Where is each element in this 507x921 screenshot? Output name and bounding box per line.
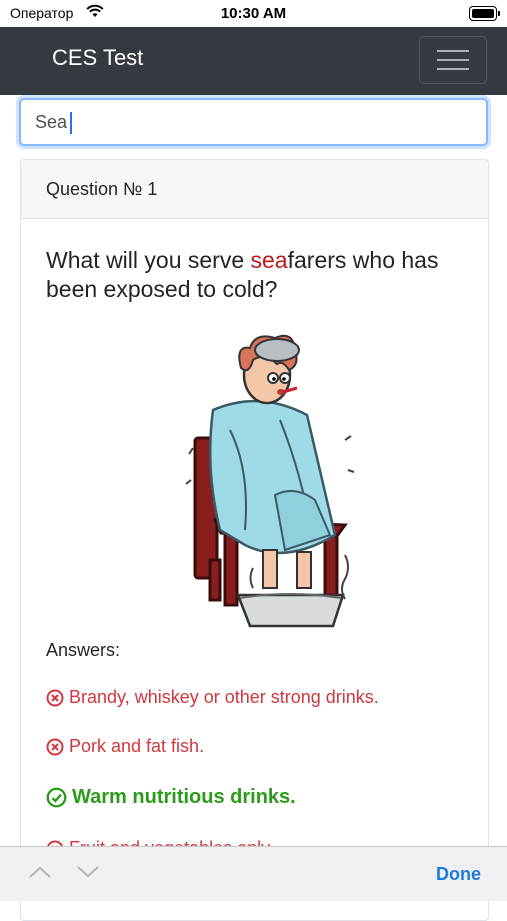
answer-item-3: Warm nutritious drinks. xyxy=(46,786,296,809)
app-title[interactable]: CES Test xyxy=(52,45,143,71)
question-text: What will you serve seafarers who has be… xyxy=(46,246,476,304)
wrong-answer-icon xyxy=(46,738,64,755)
wrong-answer-icon xyxy=(46,689,64,706)
answer-text: Brandy, whiskey or other strong drinks. xyxy=(69,687,379,707)
correct-answer-icon xyxy=(46,787,67,808)
question-illustration xyxy=(45,320,463,633)
chevron-down-icon xyxy=(77,866,99,878)
answer-text: Pork and fat fish. xyxy=(69,736,205,756)
battery-icon xyxy=(469,6,500,21)
clock: 10:30 AM xyxy=(220,5,287,22)
done-button[interactable]: Done xyxy=(436,864,481,885)
answer-item-1: Brandy, whiskey or other strong drinks. xyxy=(46,687,379,708)
previous-field-button[interactable] xyxy=(28,865,52,884)
answer-text: Warm nutritious drinks. xyxy=(72,786,296,808)
answers-label: Answers: xyxy=(46,640,121,660)
hamburger-icon xyxy=(437,50,469,52)
question-number: Question № 1 xyxy=(21,160,488,219)
search-field[interactable] xyxy=(19,98,488,146)
search-input[interactable] xyxy=(21,100,486,144)
search-highlight: sea xyxy=(250,247,288,273)
next-field-button[interactable] xyxy=(76,865,100,884)
navbar: CES Test xyxy=(0,27,507,95)
keyboard-toolbar: Done xyxy=(0,846,507,901)
status-bar: Оператор 10:30 AM xyxy=(0,0,507,27)
question-card: Question № 1 What will you serve seafare… xyxy=(20,159,489,921)
text-caret xyxy=(70,112,72,134)
question-prefix: What will you serve xyxy=(46,247,251,273)
answer-item-2: Pork and fat fish. xyxy=(46,736,204,757)
chevron-up-icon xyxy=(29,866,51,878)
menu-toggle-button[interactable] xyxy=(419,36,487,84)
